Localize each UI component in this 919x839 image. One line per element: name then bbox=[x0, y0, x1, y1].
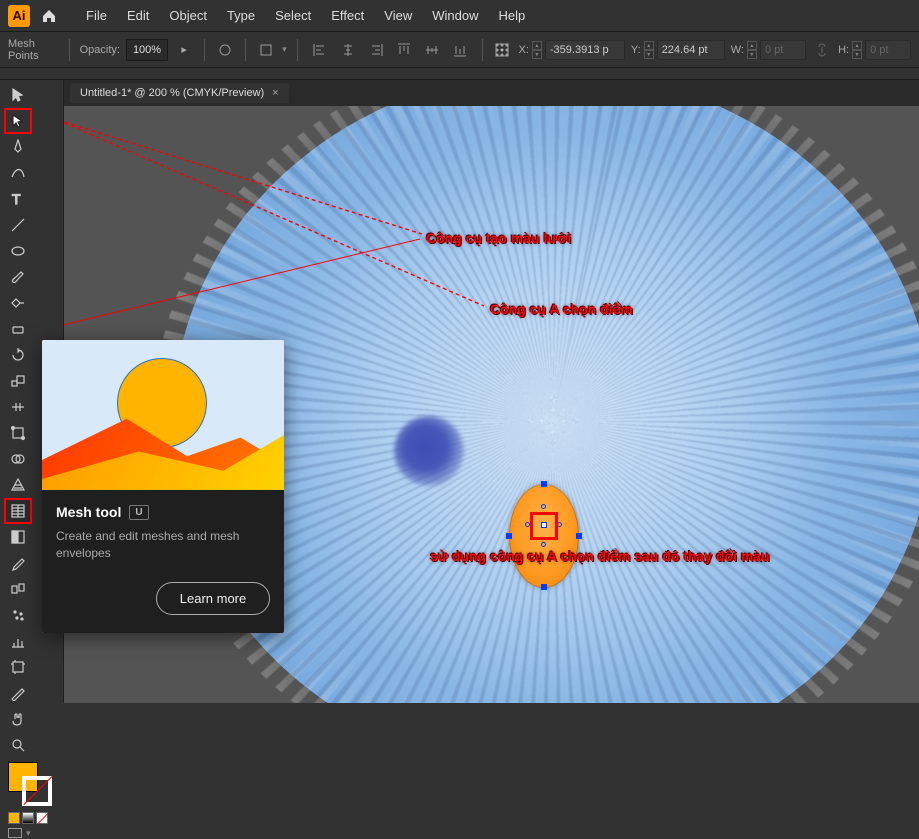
none-mode-icon[interactable] bbox=[36, 812, 48, 824]
menu-window[interactable]: Window bbox=[422, 0, 488, 32]
transform-ref-icon[interactable] bbox=[492, 38, 512, 62]
h-label: H: bbox=[838, 44, 849, 56]
w-label: W: bbox=[731, 44, 744, 56]
width-tool[interactable] bbox=[5, 395, 31, 419]
blend-tool[interactable] bbox=[5, 577, 31, 601]
screen-mode-icon[interactable] bbox=[8, 828, 22, 838]
fill-stroke-well[interactable] bbox=[8, 762, 52, 806]
menu-object[interactable]: Object bbox=[159, 0, 217, 32]
style-icon[interactable] bbox=[215, 38, 235, 62]
x-label: X: bbox=[518, 44, 528, 56]
type-tool[interactable]: T bbox=[5, 187, 31, 211]
shaper-tool[interactable] bbox=[5, 291, 31, 315]
color-mode-icon[interactable] bbox=[8, 812, 20, 824]
close-tab-icon[interactable]: × bbox=[272, 87, 278, 99]
align-hcenter-icon[interactable] bbox=[336, 38, 360, 62]
tool-tooltip: Mesh tool U Create and edit meshes and m… bbox=[42, 340, 284, 633]
selection-tool[interactable] bbox=[5, 83, 31, 107]
gradient-mode-icon[interactable] bbox=[22, 812, 34, 824]
home-icon[interactable] bbox=[38, 5, 60, 27]
free-transform-tool[interactable] bbox=[5, 421, 31, 445]
align-left-icon[interactable] bbox=[308, 38, 332, 62]
tab-bar: Untitled-1* @ 200 % (CMYK/Preview) × bbox=[64, 80, 919, 106]
align-right-icon[interactable] bbox=[364, 38, 388, 62]
learn-more-button[interactable]: Learn more bbox=[156, 582, 270, 615]
menu-select[interactable]: Select bbox=[265, 0, 321, 32]
hand-tool[interactable] bbox=[5, 707, 31, 731]
menu-bar: Ai File Edit Object Type Select Effect V… bbox=[0, 0, 919, 32]
curvature-tool[interactable] bbox=[5, 161, 31, 185]
menu-effect[interactable]: Effect bbox=[321, 0, 374, 32]
mesh-object[interactable] bbox=[509, 484, 579, 588]
options-mode: Mesh Points bbox=[8, 38, 59, 62]
artboard-tool[interactable] bbox=[5, 655, 31, 679]
menu-view[interactable]: View bbox=[374, 0, 422, 32]
shape-builder-tool[interactable] bbox=[5, 447, 31, 471]
menu-type[interactable]: Type bbox=[217, 0, 265, 32]
crop-icon[interactable] bbox=[256, 38, 276, 62]
slice-tool[interactable] bbox=[5, 681, 31, 705]
tooltip-desc: Create and edit meshes and mesh envelope… bbox=[56, 528, 270, 562]
app-logo[interactable]: Ai bbox=[8, 5, 30, 27]
opacity-field[interactable]: 100% bbox=[126, 39, 168, 61]
eraser-tool[interactable] bbox=[5, 317, 31, 341]
menu-help[interactable]: Help bbox=[488, 0, 535, 32]
y-field[interactable]: 224.64 pt bbox=[657, 40, 725, 60]
menu-edit[interactable]: Edit bbox=[117, 0, 159, 32]
align-group bbox=[308, 38, 472, 62]
mesh-tool[interactable] bbox=[5, 499, 31, 523]
direct-selection-tool[interactable] bbox=[5, 109, 31, 133]
pen-tool[interactable] bbox=[5, 135, 31, 159]
paintbrush-tool[interactable] bbox=[5, 265, 31, 289]
sub-bar bbox=[0, 68, 919, 80]
options-bar: Mesh Points Opacity: 100% ▸ ▾ X:▴▾-359.3… bbox=[0, 32, 919, 68]
fur-artwork bbox=[172, 106, 919, 703]
zoom-tool[interactable] bbox=[5, 733, 31, 757]
opacity-label: Opacity: bbox=[80, 44, 120, 56]
graph-tool[interactable] bbox=[5, 629, 31, 653]
tooltip-title: Mesh tool bbox=[56, 504, 121, 520]
doc-tab-label: Untitled-1* @ 200 % (CMYK/Preview) bbox=[80, 87, 264, 99]
opacity-popup-icon[interactable]: ▸ bbox=[174, 38, 194, 62]
doc-tab[interactable]: Untitled-1* @ 200 % (CMYK/Preview) × bbox=[70, 83, 289, 103]
svg-text:T: T bbox=[12, 191, 21, 207]
ellipse-tool[interactable] bbox=[5, 239, 31, 263]
w-field[interactable]: 0 pt bbox=[760, 40, 806, 60]
center-highlight bbox=[530, 512, 558, 540]
perspective-tool[interactable] bbox=[5, 473, 31, 497]
annot-mesh: Công cụ tạo màu lưới bbox=[426, 230, 571, 246]
blue-blob bbox=[394, 416, 464, 486]
tooltip-shortcut: U bbox=[129, 505, 148, 520]
line-tool[interactable] bbox=[5, 213, 31, 237]
y-label: Y: bbox=[631, 44, 641, 56]
x-field[interactable]: -359.3913 p bbox=[545, 40, 625, 60]
symbol-sprayer-tool[interactable] bbox=[5, 603, 31, 627]
annot-a-tool: Công cụ A chọn điểm bbox=[490, 301, 633, 317]
h-field[interactable]: 0 pt bbox=[865, 40, 911, 60]
gradient-tool[interactable] bbox=[5, 525, 31, 549]
menu-file[interactable]: File bbox=[76, 0, 117, 32]
annot-usage: sử dụng công cụ A chọn điểm sau đó thay … bbox=[430, 548, 770, 564]
rotate-tool[interactable] bbox=[5, 343, 31, 367]
link-wh-icon[interactable] bbox=[812, 38, 832, 62]
align-bottom-icon[interactable] bbox=[448, 38, 472, 62]
align-top-icon[interactable] bbox=[392, 38, 416, 62]
eyedropper-tool[interactable] bbox=[5, 551, 31, 575]
tooltip-illustration bbox=[42, 340, 284, 490]
align-vcenter-icon[interactable] bbox=[420, 38, 444, 62]
scale-tool[interactable] bbox=[5, 369, 31, 393]
